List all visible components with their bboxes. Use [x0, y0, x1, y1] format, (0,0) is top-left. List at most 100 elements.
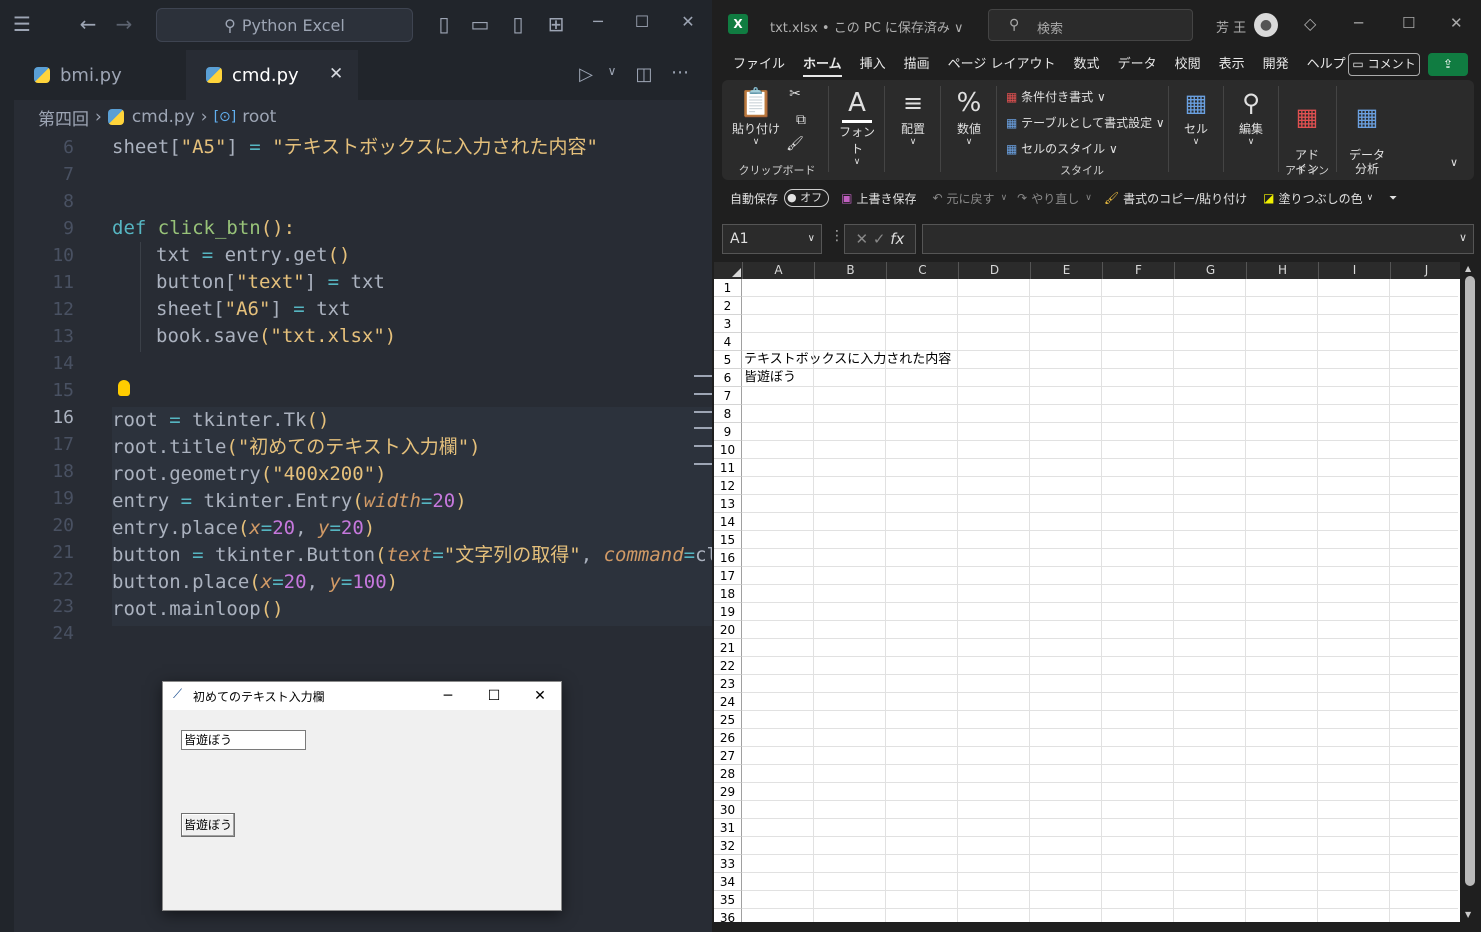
- save-button[interactable]: 上書き保存: [856, 190, 916, 207]
- share-button[interactable]: ⇪: [1428, 53, 1468, 76]
- redo-button[interactable]: やり直し: [1031, 190, 1079, 207]
- row-header[interactable]: 12: [714, 477, 742, 495]
- number-button[interactable]: % 数値 ∨: [948, 86, 990, 147]
- close-window-icon[interactable]: ✕: [1450, 14, 1463, 32]
- tk-entry-field[interactable]: 皆遊ぼう: [181, 730, 306, 750]
- insert-function-icon[interactable]: fx: [890, 230, 904, 248]
- column-header[interactable]: J: [1390, 262, 1462, 279]
- chevron-down-icon[interactable]: ∨: [1367, 193, 1374, 203]
- cell-A6[interactable]: 皆遊ぼう: [744, 369, 796, 387]
- cell-A5[interactable]: テキストボックスに入力された内容: [744, 351, 951, 369]
- undo-button[interactable]: 元に戻す: [947, 190, 995, 207]
- more-options-icon[interactable]: ⋮: [830, 228, 844, 244]
- maximize-icon[interactable]: ☐: [1402, 14, 1415, 32]
- row-header[interactable]: 21: [714, 639, 742, 657]
- select-all-icon[interactable]: [732, 268, 741, 277]
- column-header[interactable]: I: [1318, 262, 1390, 279]
- copy-icon[interactable]: ⧉: [786, 112, 816, 128]
- breadcrumb-file[interactable]: cmd.py: [132, 107, 195, 127]
- close-tab-icon[interactable]: ✕: [329, 64, 343, 84]
- breadcrumb-folder[interactable]: 第四回: [38, 105, 89, 130]
- scrollbar-thumb[interactable]: [1465, 276, 1475, 886]
- toggle-sidebar-icon[interactable]: ▯: [426, 12, 462, 36]
- tab-bmi[interactable]: bmi.py: [14, 50, 186, 100]
- row-header[interactable]: 6: [714, 369, 742, 387]
- minimize-icon[interactable]: ─: [425, 682, 471, 710]
- scroll-down-icon[interactable]: ▼: [1465, 910, 1471, 919]
- avatar[interactable]: ●: [1254, 13, 1278, 37]
- tab-cmd[interactable]: cmd.py ✕: [186, 50, 358, 100]
- ribbon-tab[interactable]: ファイル: [724, 50, 794, 80]
- row-header[interactable]: 5: [714, 351, 742, 369]
- command-center-search[interactable]: ⚲ Python Excel: [156, 8, 413, 42]
- row-header[interactable]: 32: [714, 837, 742, 855]
- font-button[interactable]: A フォント ∨: [836, 86, 878, 167]
- comment-button[interactable]: ▭ コメント: [1348, 53, 1420, 76]
- tk-titlebar[interactable]: ⟋ 初めてのテキスト入力欄 ─ ☐ ✕: [163, 682, 561, 710]
- cell-style-button[interactable]: ▦ セルのスタイル ∨: [1006, 140, 1118, 157]
- column-header[interactable]: E: [1030, 262, 1102, 279]
- column-header[interactable]: D: [958, 262, 1030, 279]
- row-header[interactable]: 27: [714, 747, 742, 765]
- row-header[interactable]: 22: [714, 657, 742, 675]
- formula-input[interactable]: ∨: [922, 224, 1474, 254]
- data-analysis-button[interactable]: ▦ データ 分析: [1344, 86, 1390, 190]
- conditional-format-button[interactable]: ▦ 条件付き書式 ∨: [1006, 88, 1106, 105]
- row-header[interactable]: 23: [714, 675, 742, 693]
- column-header[interactable]: A: [742, 262, 814, 279]
- ribbon-tab[interactable]: 挿入: [851, 50, 895, 80]
- row-header[interactable]: 26: [714, 729, 742, 747]
- code-editor[interactable]: sheet["A5"] = "テキストボックスに入力された内容" def cli…: [112, 134, 712, 654]
- customize-layout-icon[interactable]: ⊞: [538, 12, 574, 36]
- close-window-icon[interactable]: ✕: [517, 682, 563, 710]
- back-arrow-icon[interactable]: ←: [70, 12, 106, 36]
- chevron-down-icon[interactable]: ∨: [1001, 193, 1008, 203]
- ribbon-tab[interactable]: ページ レイアウト: [939, 50, 1065, 80]
- column-header[interactable]: C: [886, 262, 958, 279]
- column-header[interactable]: F: [1102, 262, 1174, 279]
- cut-icon[interactable]: ✂: [786, 86, 804, 102]
- row-header[interactable]: 29: [714, 783, 742, 801]
- row-header[interactable]: 3: [714, 315, 742, 333]
- lightbulb-icon[interactable]: [118, 380, 130, 396]
- paste-button[interactable]: 📋 貼り付け ∨: [730, 86, 782, 147]
- alignment-button[interactable]: ≡ 配置 ∨: [892, 86, 934, 147]
- vertical-scrollbar[interactable]: ▲ ▼: [1460, 262, 1481, 922]
- format-painter-button[interactable]: 書式のコピー/貼り付け: [1123, 190, 1247, 207]
- chevron-down-icon[interactable]: ∨: [594, 64, 630, 78]
- row-header[interactable]: 31: [714, 819, 742, 837]
- menu-icon[interactable]: ☰: [4, 12, 40, 36]
- row-header[interactable]: 20: [714, 621, 742, 639]
- ribbon-tab[interactable]: 数式: [1065, 50, 1109, 80]
- row-header[interactable]: 11: [714, 459, 742, 477]
- row-header[interactable]: 10: [714, 441, 742, 459]
- row-header[interactable]: 9: [714, 423, 742, 441]
- ribbon-tab[interactable]: 表示: [1210, 50, 1254, 80]
- row-header[interactable]: 19: [714, 603, 742, 621]
- row-header[interactable]: 7: [714, 387, 742, 405]
- minimap[interactable]: [694, 355, 712, 475]
- row-header[interactable]: 35: [714, 891, 742, 909]
- row-header[interactable]: 33: [714, 855, 742, 873]
- name-box[interactable]: A1 ∨: [722, 224, 822, 254]
- table-format-button[interactable]: ▦ テーブルとして書式設定 ∨: [1006, 114, 1165, 131]
- edit-button[interactable]: ⚲ 編集 ∨: [1230, 86, 1272, 147]
- row-header[interactable]: 2: [714, 297, 742, 315]
- forward-arrow-icon[interactable]: →: [106, 12, 142, 36]
- column-header[interactable]: G: [1174, 262, 1246, 279]
- column-header[interactable]: H: [1246, 262, 1318, 279]
- customize-qat-icon[interactable]: ⏷: [1389, 193, 1397, 204]
- chevron-down-icon[interactable]: ∨: [1085, 193, 1092, 203]
- row-header[interactable]: 36: [714, 909, 742, 922]
- fill-color-button[interactable]: 塗りつぶしの色: [1278, 190, 1362, 207]
- diamond-icon[interactable]: ◇: [1304, 14, 1316, 33]
- ribbon-tab[interactable]: 開発: [1254, 50, 1298, 80]
- row-header[interactable]: 13: [714, 495, 742, 513]
- enter-icon[interactable]: ✓: [873, 230, 886, 248]
- row-header[interactable]: 17: [714, 567, 742, 585]
- ribbon-tab[interactable]: ヘルプ: [1298, 50, 1355, 80]
- row-header[interactable]: 25: [714, 711, 742, 729]
- row-header[interactable]: 30: [714, 801, 742, 819]
- cell-grid[interactable]: テキストボックスに入力された内容 皆遊ぼう: [742, 279, 1458, 922]
- column-header[interactable]: B: [814, 262, 886, 279]
